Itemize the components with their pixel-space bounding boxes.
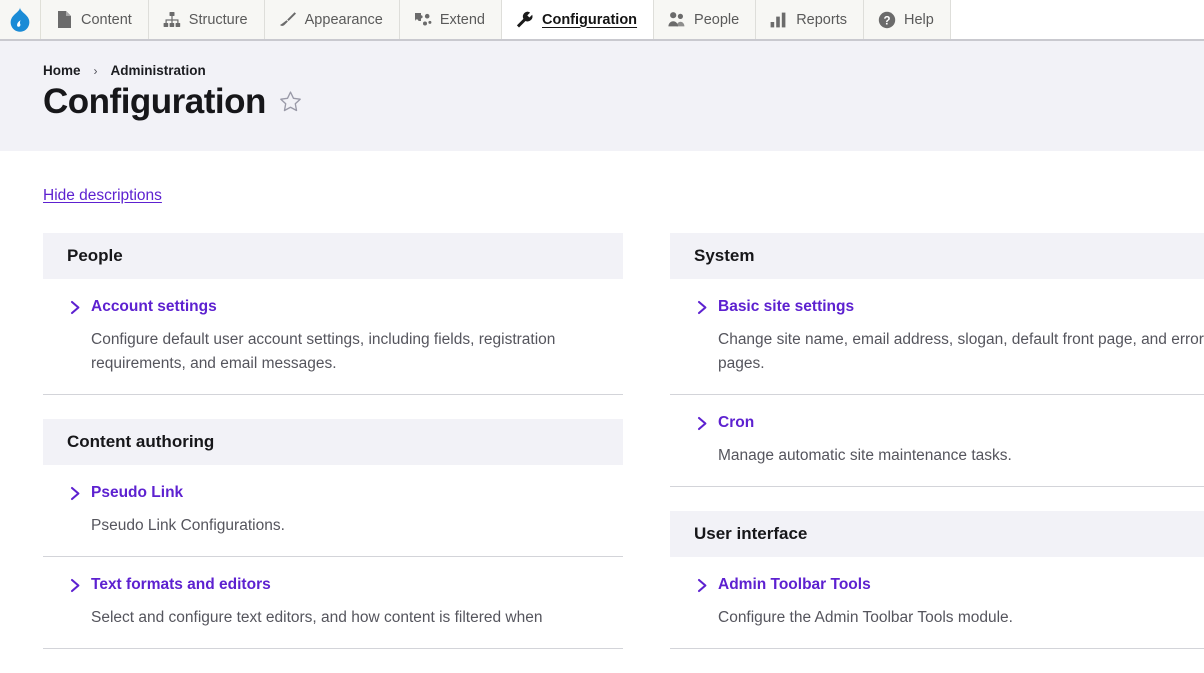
config-description: Pseudo Link Configurations. [91,517,285,535]
list-item: Account settings Configure default user … [43,279,623,396]
config-link-cron[interactable]: Cron [718,413,754,432]
toolbar-tab-label: Help [903,11,934,28]
config-link-row[interactable]: Basic site settings [670,297,1204,320]
file-icon [55,11,73,29]
chevron-right-icon [70,578,81,598]
toolbar-tab-people[interactable]: People [654,0,757,39]
chevron-right-icon [697,578,708,598]
panel-system: System Basic site settings Change site n… [670,233,1204,488]
svg-text:?: ? [883,15,890,27]
toolbar-tab-label: Reports [796,11,847,28]
toolbar-tab-structure[interactable]: Structure [148,0,265,39]
puzzle-icon [414,11,432,29]
admin-toolbar: Content Structure Appearance Extend Conf… [0,0,1204,41]
toolbar-tab-help[interactable]: ? Help [863,0,951,39]
toolbar-tab-configuration[interactable]: Configuration [502,0,655,39]
panel-content-authoring: Content authoring Pseudo Link Pseudo Lin… [43,419,623,650]
toolbar-tab-extend[interactable]: Extend [399,0,502,39]
config-description: Select and configure text editors, and h… [91,609,543,627]
panel-body: Pseudo Link Pseudo Link Configurations. … [43,465,623,650]
toolbar-empty-space [950,0,1204,39]
config-link-admin-toolbar-tools[interactable]: Admin Toolbar Tools [718,575,871,594]
chevron-right-icon [70,486,81,506]
chevron-right-icon [697,416,708,436]
paintbrush-icon [279,11,297,29]
config-link-row[interactable]: Pseudo Link [43,483,623,506]
chevron-right-icon [697,300,708,320]
chevron-right-icon [70,300,81,320]
list-item: Pseudo Link Pseudo Link Configurations. [43,465,623,558]
config-description: Change site name, email address, slogan,… [718,331,1204,373]
breadcrumb: Home › Administration [43,63,1204,78]
toolbar-tab-label: Appearance [304,11,383,28]
list-item: Text formats and editors Select and conf… [43,557,623,650]
right-column: System Basic site settings Change site n… [670,233,1204,673]
panel-user-interface: User interface Admin Toolbar Tools Confi… [670,511,1204,650]
panel-body: Account settings Configure default user … [43,279,623,396]
breadcrumb-item-home[interactable]: Home [43,63,81,78]
config-link-account-settings[interactable]: Account settings [91,297,217,316]
wrench-icon [516,11,534,29]
page-header: Home › Administration Configuration [0,41,1204,151]
list-item: Admin Toolbar Tools Configure the Admin … [670,557,1204,650]
config-link-row[interactable]: Cron [670,413,1204,436]
breadcrumb-item-administration[interactable]: Administration [111,63,206,78]
sitemap-icon [163,11,181,29]
toolbar-tab-label: Configuration [542,11,638,28]
panel-title: System [670,233,1204,279]
list-item: Basic site settings Change site name, em… [670,279,1204,396]
panel-title: People [43,233,623,279]
panel-body: Admin Toolbar Tools Configure the Admin … [670,557,1204,650]
toolbar-tab-label: Structure [188,11,248,28]
config-link-row[interactable]: Admin Toolbar Tools [670,575,1204,598]
config-link-row[interactable]: Text formats and editors [43,575,623,598]
page-title: Configuration [43,82,266,121]
config-link-basic-site-settings[interactable]: Basic site settings [718,297,854,316]
toolbar-tab-content[interactable]: Content [41,0,149,39]
hide-descriptions-link[interactable]: Hide descriptions [43,187,162,205]
panel-body: Basic site settings Change site name, em… [670,279,1204,488]
config-link-pseudo-link[interactable]: Pseudo Link [91,483,183,502]
config-description: Manage automatic site maintenance tasks. [718,447,1012,465]
toolbar-tab-label: People [694,11,740,28]
toolbar-tab-label: Extend [439,11,485,28]
panel-people: People Account settings Configure defaul… [43,233,623,396]
config-description: Configure default user account settings,… [91,331,556,373]
toolbar-tab-reports[interactable]: Reports [756,0,864,39]
drupal-logo[interactable] [0,0,41,39]
breadcrumb-separator-icon: › [93,63,98,78]
title-row: Configuration [43,82,1204,122]
star-outline-icon[interactable] [279,90,302,118]
main-content: Hide descriptions People Account setting… [0,151,1204,673]
list-item: Cron Manage automatic site maintenance t… [670,395,1204,488]
config-link-text-formats-and-editors[interactable]: Text formats and editors [91,575,271,594]
toolbar-tab-appearance[interactable]: Appearance [264,0,400,39]
people-icon [668,11,686,29]
configuration-columns: People Account settings Configure defaul… [43,233,1204,673]
toolbar-tab-label: Content [81,11,132,28]
panel-title: Content authoring [43,419,623,466]
config-link-row[interactable]: Account settings [43,297,623,320]
left-column: People Account settings Configure defaul… [43,233,623,673]
config-description: Configure the Admin Toolbar Tools module… [718,609,1013,627]
bar-chart-icon [770,11,788,29]
panel-title: User interface [670,511,1204,558]
question-icon: ? [878,11,896,29]
